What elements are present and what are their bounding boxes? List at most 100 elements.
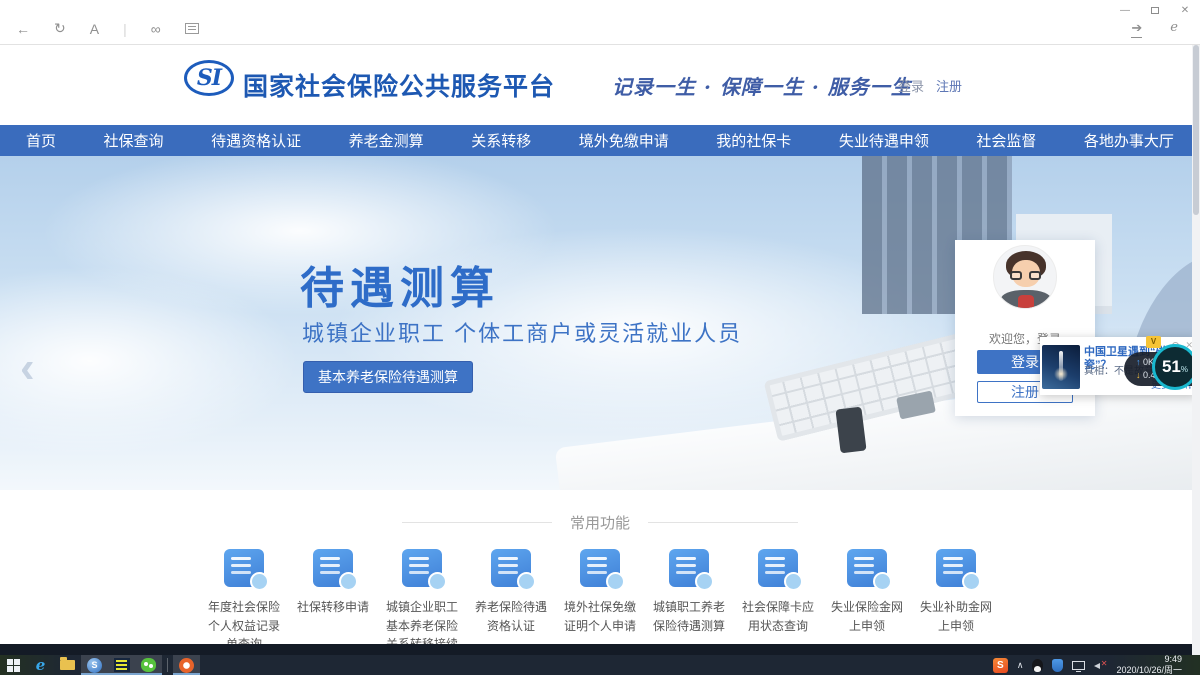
scrollbar-thumb[interactable]: [1193, 45, 1199, 215]
orange-app-icon: [179, 658, 194, 673]
security-shield-icon[interactable]: [1052, 659, 1063, 672]
site-page: SI 国家社会保险公共服务平台 记录一生 · 保障一生 · 服务一生 登录 注册…: [0, 45, 1200, 655]
function-label: 社保转移申请: [297, 598, 369, 617]
maximize-icon: [1151, 7, 1159, 14]
notes-icon: [114, 658, 130, 672]
page-title: 国家社会保险公共服务平台: [243, 67, 555, 103]
screen: — ✕ ← ↻ A | ∞ ➔ e SI 国家社会保险公共服务平台 记录一生 ·…: [0, 0, 1200, 675]
minimize-button[interactable]: —: [1118, 4, 1132, 16]
fn-annual-rights-record-query[interactable]: 年度社会保险个人权益记录单查询: [200, 549, 289, 654]
maximize-button[interactable]: [1148, 4, 1162, 16]
taskbar-clock[interactable]: 9:49 2020/10/26/周一: [1116, 654, 1182, 675]
start-button[interactable]: [0, 655, 27, 675]
taskbar-ie-icon[interactable]: e: [27, 655, 54, 675]
reader-view-icon[interactable]: [185, 21, 199, 37]
close-button[interactable]: ✕: [1178, 4, 1192, 16]
link-icon[interactable]: ∞: [151, 21, 161, 37]
site-logo[interactable]: SI: [184, 60, 234, 96]
monitor-icon: [1072, 661, 1085, 670]
speaker-icon: ✕: [1094, 660, 1107, 671]
browser-chrome: — ✕ ← ↻ A | ∞ ➔ e: [0, 0, 1200, 45]
envelope-badge-icon: [936, 549, 976, 587]
shield-icon: [1052, 659, 1063, 672]
browser-toolbar: ← ↻ A | ∞: [16, 20, 199, 37]
taskbar-si-browser-icon[interactable]: S: [81, 655, 108, 675]
fn-pension-qualification-cert[interactable]: 养老保险待遇资格认证: [467, 549, 556, 654]
vip-crown-icon[interactable]: V: [1146, 336, 1161, 348]
function-label: 城镇职工养老保险待遇测算: [653, 598, 725, 635]
taskbar-orange-app-icon[interactable]: [173, 655, 200, 675]
avatar-glasses: [1010, 271, 1022, 280]
taskbar: e S S ∧ ✕ 9:49 2020/10/26/周一: [0, 655, 1200, 675]
pension-estimate-button[interactable]: 基本养老保险待遇测算: [303, 361, 473, 393]
function-label: 失业保险金网上申领: [831, 598, 903, 635]
sogou-icon: S: [993, 658, 1008, 673]
nav-home[interactable]: 首页: [26, 130, 56, 151]
down-arrow-icon: ↓: [1136, 370, 1141, 380]
fn-enterprise-pension-transfer[interactable]: 城镇企业职工基本养老保险关系转移接续: [378, 549, 467, 654]
doc-search-icon: [224, 549, 264, 587]
function-grid: 年度社会保险个人权益记录单查询 社保转移申请 城镇企业职工基本养老保险关系转移接…: [0, 549, 1200, 654]
volume-muted-icon[interactable]: ✕: [1094, 660, 1107, 671]
refresh-icon[interactable]: ↻: [54, 20, 66, 37]
fn-employee-pension-estimate[interactable]: 城镇职工养老保险待遇测算: [645, 549, 734, 654]
function-label: 养老保险待遇资格认证: [475, 598, 547, 635]
nav-benefit-qualification[interactable]: 待遇资格认证: [211, 130, 301, 151]
penguin-icon: [1032, 659, 1043, 672]
taskbar-wechat-icon[interactable]: [135, 655, 162, 675]
header-register-link[interactable]: 注册: [936, 76, 962, 95]
fn-unemployment-insurance-claim[interactable]: 失业保险金网上申领: [823, 549, 912, 654]
hero-title: 待遇测算: [300, 252, 500, 316]
hero-subtitle: 城镇企业职工 个体工商户或灵活就业人员: [302, 316, 742, 348]
function-label: 失业补助金网上申领: [920, 598, 992, 635]
card-gear-icon: [669, 549, 709, 587]
windows-logo-icon: [7, 659, 20, 672]
site-slogan: 记录一生 · 保障一生 · 服务一生: [612, 71, 912, 100]
nav-my-social-card[interactable]: 我的社保卡: [716, 130, 791, 151]
site-header: SI 国家社会保险公共服务平台 记录一生 · 保障一生 · 服务一生 登录 注册: [0, 45, 1200, 125]
network-status-icon[interactable]: [1072, 661, 1085, 670]
tray-expand-icon[interactable]: ∧: [1017, 660, 1024, 671]
section-title: 常用功能: [570, 512, 630, 533]
fn-social-card-status-query[interactable]: 社会保障卡应用状态查询: [734, 549, 823, 654]
back-icon[interactable]: ←: [16, 21, 30, 37]
divider-line: [402, 522, 552, 523]
taskbar-separator: [167, 658, 168, 672]
nav-social-supervision[interactable]: 社会监督: [976, 130, 1036, 151]
qq-icon[interactable]: [1032, 659, 1043, 672]
scrollbar[interactable]: [1192, 45, 1200, 655]
nav-unemployment-benefit[interactable]: 失业待遇申领: [839, 130, 929, 151]
up-arrow-icon: ↑: [1136, 357, 1141, 367]
fn-unemployment-subsidy-claim[interactable]: 失业补助金网上申领: [912, 549, 1001, 654]
taskbar-notes-app-icon[interactable]: [108, 655, 135, 675]
id-card-transfer-icon: [402, 549, 442, 587]
auth-links: 登录 注册: [898, 76, 962, 95]
wechat-icon: [141, 658, 156, 672]
percent-unit: %: [1181, 365, 1188, 374]
news-thumbnail-rocket[interactable]: [1042, 345, 1080, 389]
clock-time: 9:49: [1164, 654, 1182, 664]
folder-icon: [60, 660, 75, 670]
nav-social-insurance-query[interactable]: 社保查询: [104, 130, 164, 151]
nav-local-service-halls[interactable]: 各地办事大厅: [1084, 130, 1174, 151]
nav-overseas-exemption[interactable]: 境外免缴申请: [579, 130, 669, 151]
avatar-shirt: [1018, 295, 1034, 308]
share-icon[interactable]: ➔: [1131, 20, 1142, 38]
taskbar-file-explorer-icon[interactable]: [54, 655, 81, 675]
nav-pension-estimate[interactable]: 养老金测算: [349, 130, 424, 151]
person-badge-icon: [491, 549, 531, 587]
font-size-icon[interactable]: A: [90, 21, 99, 37]
system-tray: S ∧ ✕ 9:49 2020/10/26/周一: [993, 654, 1200, 675]
nav-relation-transfer[interactable]: 关系转移: [471, 130, 531, 151]
fn-overseas-exemption-cert[interactable]: 境外社保免缴证明个人申请: [556, 549, 645, 654]
fn-insurance-transfer-apply[interactable]: 社保转移申请: [289, 549, 378, 654]
ie-icon: e: [36, 658, 46, 673]
browser-actions: ➔ e: [1131, 20, 1178, 38]
divider-line: [648, 522, 798, 523]
avatar: [993, 245, 1057, 309]
carousel-prev-icon[interactable]: ‹: [20, 346, 35, 390]
open-in-browser-icon[interactable]: e: [1170, 20, 1178, 38]
header-login-link[interactable]: 登录: [898, 76, 924, 95]
sogou-input-icon[interactable]: S: [993, 658, 1008, 673]
hero-banner: 待遇测算 城镇企业职工 个体工商户或灵活就业人员 基本养老保险待遇测算 ‹ 欢迎…: [0, 156, 1200, 490]
